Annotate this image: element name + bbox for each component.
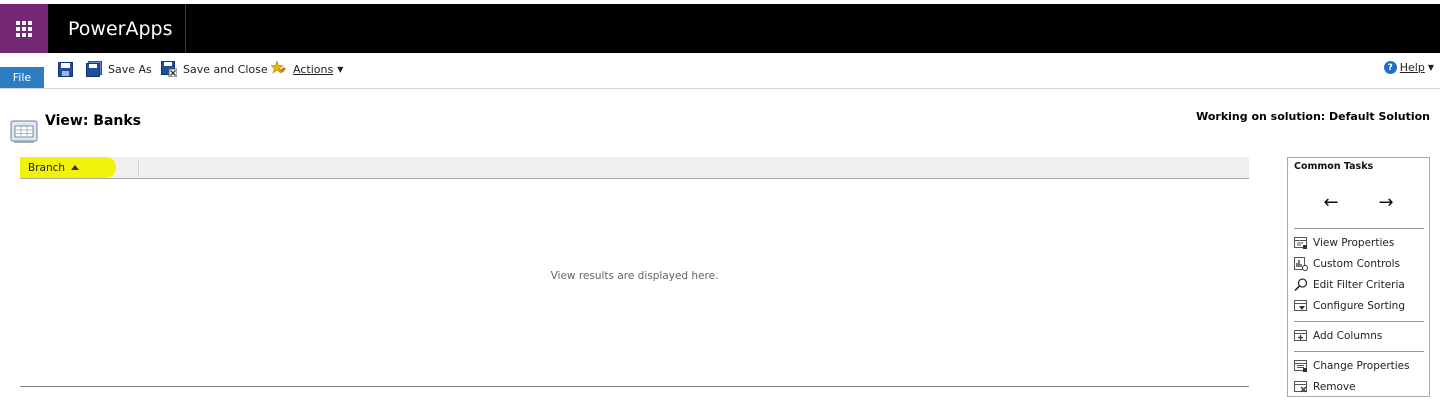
change-properties-link[interactable]: Change Properties [1294,357,1410,375]
help-icon: ? [1383,61,1397,74]
view-icon [10,118,38,148]
add-columns-icon [1294,329,1307,341]
header-divider [185,4,186,53]
tasks-divider [1294,228,1424,229]
remove-icon [1294,380,1307,392]
actions-label: Actions [293,62,334,76]
grid-header: Branch [20,157,1249,179]
tasks-divider [1294,351,1424,352]
save-and-close-button[interactable]: Save and Close [161,60,268,78]
sort-ascending-icon [71,165,80,170]
save-as-label: Save As [108,62,152,76]
edit-filter-criteria-link[interactable]: Edit Filter Criteria [1294,276,1405,294]
grid-empty-message: View results are displayed here. [550,270,719,282]
actions-icon [271,61,286,74]
app-header-bar: PowerApps [0,4,1440,53]
magnifier-icon [1294,278,1308,292]
task-label: Custom Controls [1313,258,1400,270]
app-launcher-icon[interactable] [0,4,48,53]
save-and-close-label: Save and Close [183,62,268,76]
file-button[interactable]: File [0,67,44,88]
grid-bottom-border [20,386,1249,387]
save-as-button[interactable]: Save As [86,60,152,78]
save-icon [58,61,73,77]
task-label: Add Columns [1313,330,1383,342]
command-bar: File Save As Save and Close Actions ▼ ? … [0,53,1440,89]
save-and-close-icon [161,61,177,77]
sort-icon [1294,299,1307,311]
add-columns-link[interactable]: Add Columns [1294,327,1382,345]
app-title[interactable]: PowerApps [68,18,172,40]
task-label: Edit Filter Criteria [1313,279,1405,291]
column-header-branch[interactable]: Branch [20,157,116,178]
common-tasks-panel: Common Tasks ← → View Properties Custom … [1287,157,1430,397]
custom-controls-icon [1294,257,1308,271]
column-header-label: Branch [28,161,66,174]
solution-indicator: Working on solution: Default Solution [1196,110,1430,123]
chevron-down-icon: ▼ [337,64,344,74]
save-button[interactable] [58,60,79,78]
task-label: Remove [1313,381,1356,393]
help-label: Help [1399,61,1425,74]
task-label: Configure Sorting [1313,300,1405,312]
remove-link[interactable]: Remove [1294,378,1356,396]
custom-controls-link[interactable]: Custom Controls [1294,255,1400,273]
page-title: View: Banks [45,113,142,129]
chevron-down-icon: ▼ [1427,63,1434,72]
save-as-icon [86,61,102,77]
configure-sorting-link[interactable]: Configure Sorting [1294,297,1405,315]
actions-menu-button[interactable]: Actions ▼ [271,60,343,78]
view-properties-icon [1294,236,1307,249]
move-left-button[interactable]: ← [1320,192,1342,214]
move-right-button[interactable]: → [1375,192,1397,214]
column-divider[interactable] [138,159,139,177]
task-label: Change Properties [1313,360,1410,372]
change-properties-icon [1294,359,1307,372]
task-label: View Properties [1313,237,1395,249]
help-button[interactable]: ? Help ▼ [1383,61,1434,74]
common-tasks-title: Common Tasks [1294,161,1374,172]
view-properties-link[interactable]: View Properties [1294,234,1394,252]
tasks-divider [1294,321,1424,322]
